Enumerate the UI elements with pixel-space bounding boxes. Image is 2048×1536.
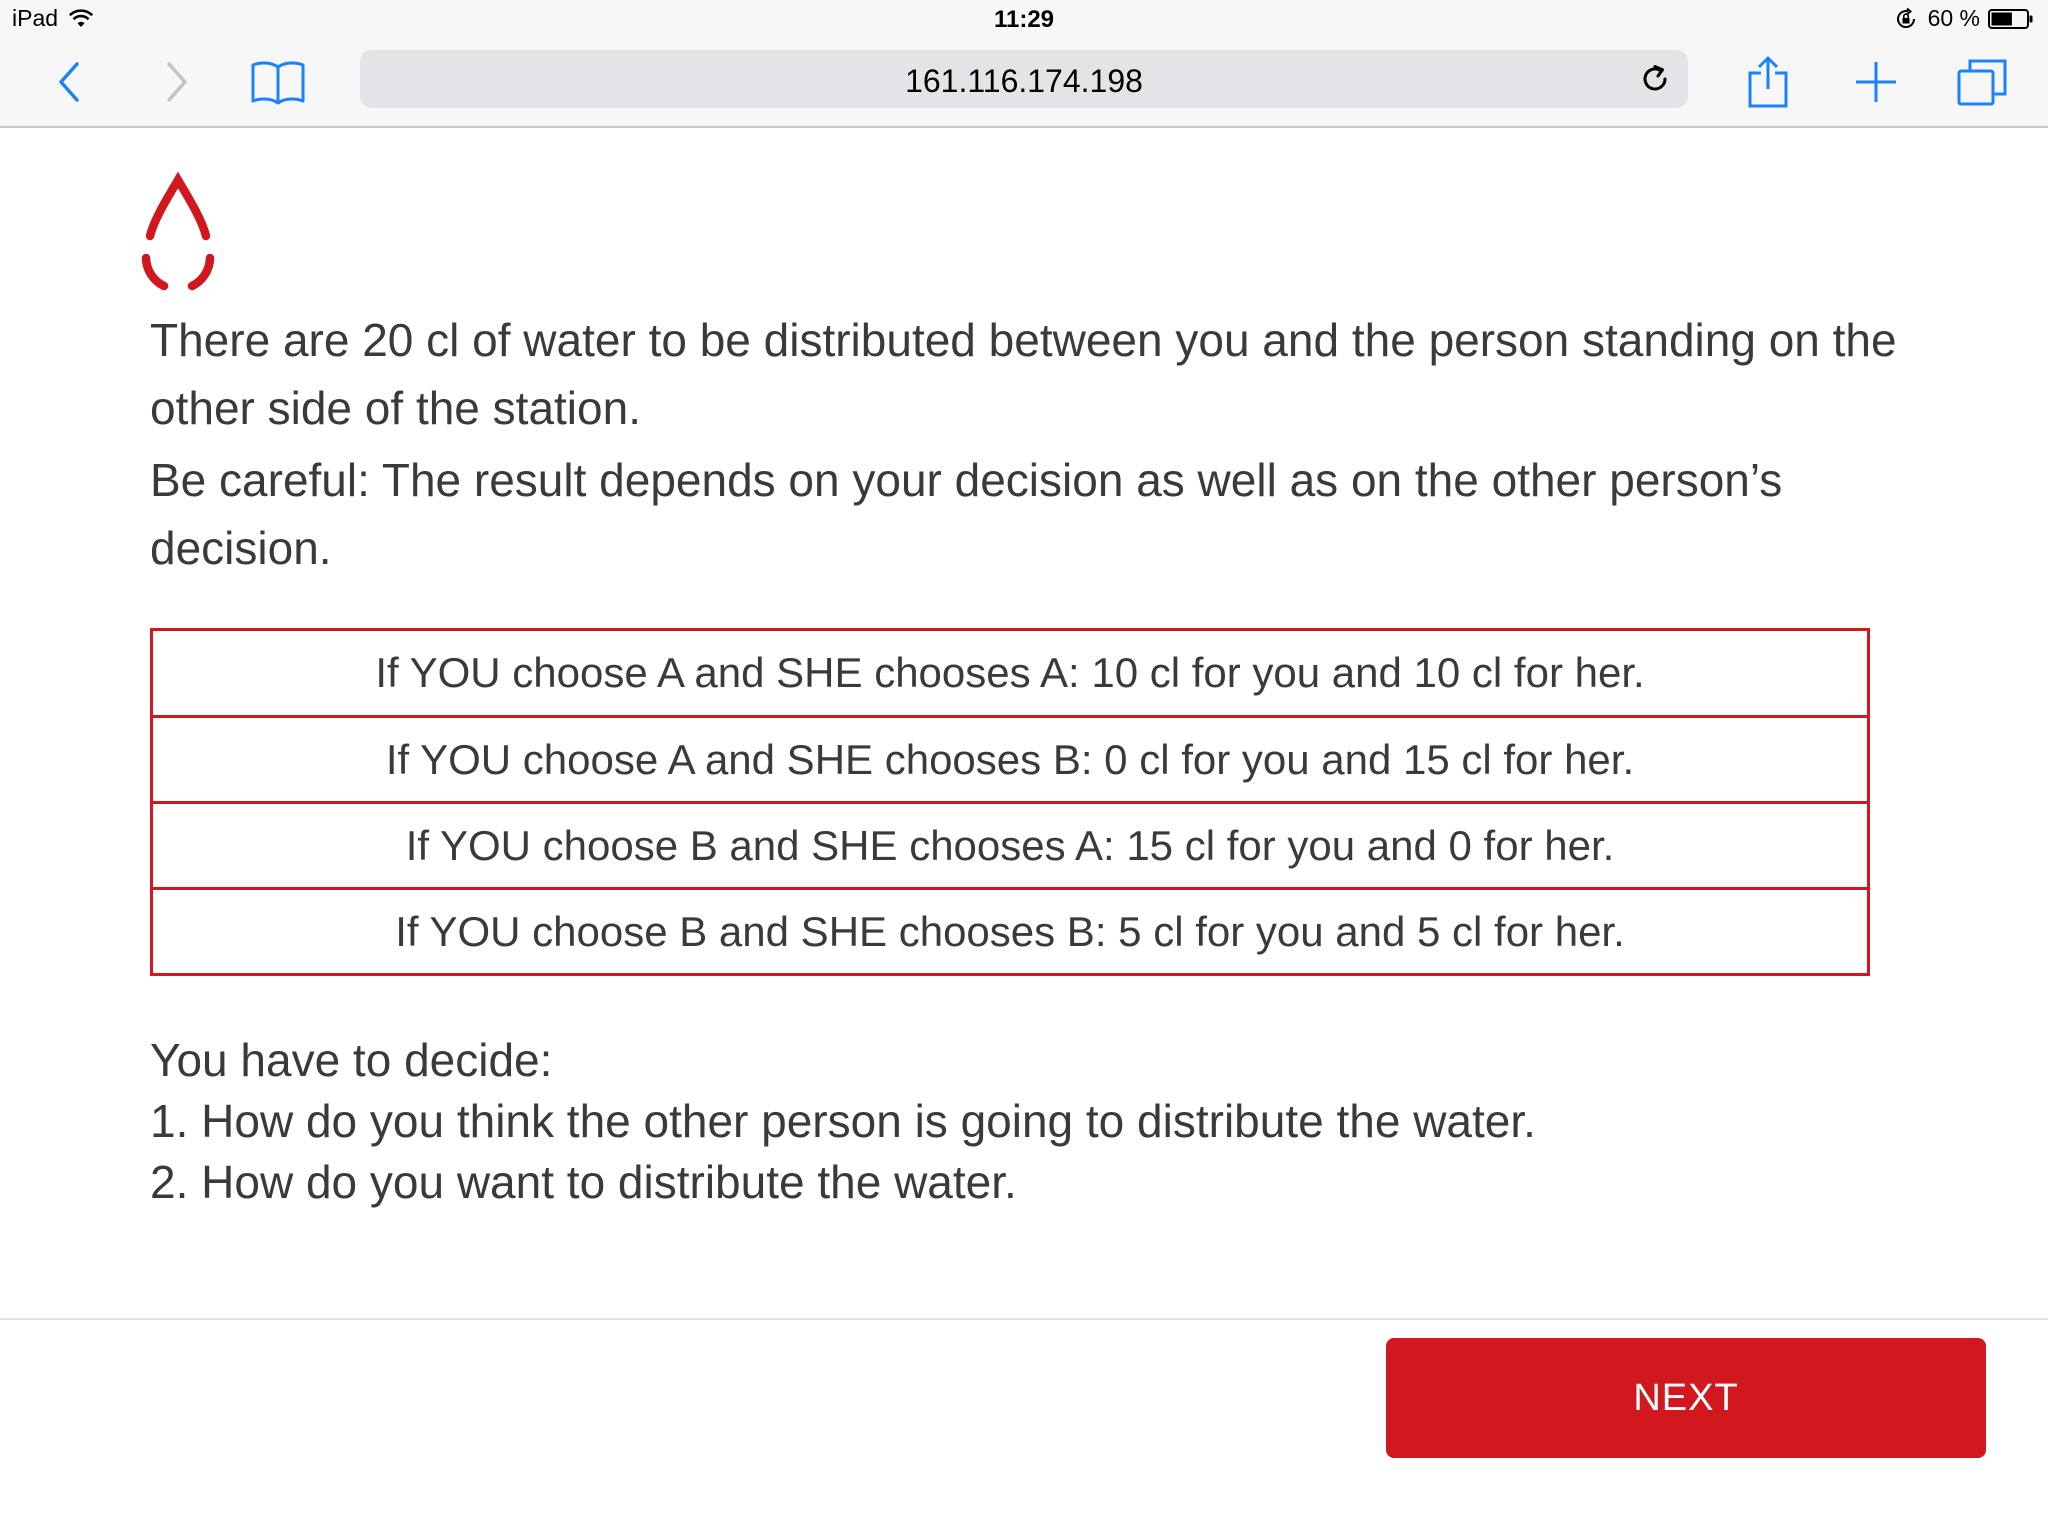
decide-item: 1. How do you think the other person is … xyxy=(150,1095,1536,1147)
decide-heading: You have to decide: xyxy=(150,1034,553,1086)
forward-button[interactable] xyxy=(148,54,204,110)
add-tab-icon xyxy=(1856,62,1896,102)
orientation-lock-icon xyxy=(1896,7,1915,28)
tabs-icon xyxy=(1957,59,2007,106)
bookmarks-button[interactable] xyxy=(250,54,306,110)
back-button[interactable] xyxy=(42,54,98,110)
status-bar: iPad 11:29 60 % xyxy=(0,0,2048,40)
reload-icon xyxy=(1643,65,1667,91)
status-right: 60 % xyxy=(1894,5,2034,32)
payoff-row: If YOU choose B and SHE chooses A: 15 cl… xyxy=(153,801,1867,887)
intro-text: There are 20 cl of water to be distribut… xyxy=(150,306,1910,582)
address-bar[interactable]: 161.116.174.198 xyxy=(360,50,1688,108)
back-icon xyxy=(59,62,79,102)
tabs-button[interactable] xyxy=(1954,54,2010,110)
intro-paragraph: There are 20 cl of water to be distribut… xyxy=(150,314,1897,434)
battery-percentage: 60 % xyxy=(1927,5,1980,31)
bookmarks-icon xyxy=(251,61,305,105)
next-button[interactable]: NEXT xyxy=(1386,1338,1986,1458)
reload-button[interactable] xyxy=(1632,56,1678,102)
decision-instructions: You have to decide: 1. How do you think … xyxy=(150,1030,1536,1213)
battery-icon xyxy=(1988,8,2033,29)
decide-item: 2. How do you want to distribute the wat… xyxy=(150,1156,1017,1208)
share-button[interactable] xyxy=(1740,54,1796,110)
footer-divider xyxy=(0,1318,2048,1320)
url-text: 161.116.174.198 xyxy=(905,63,1143,99)
share-icon xyxy=(1748,56,1788,108)
status-time: 11:29 xyxy=(993,6,1055,33)
warning-paragraph: Be careful: The result depends on your d… xyxy=(150,454,1783,574)
browser-toolbar: 161.116.174.198 xyxy=(0,40,2048,128)
payoff-table: If YOU choose A and SHE chooses A: 10 cl… xyxy=(150,628,1870,976)
payoff-row: If YOU choose A and SHE chooses B: 0 cl … xyxy=(153,715,1867,801)
payoff-row: If YOU choose B and SHE chooses B: 5 cl … xyxy=(153,887,1867,973)
payoff-row: If YOU choose A and SHE chooses A: 10 cl… xyxy=(375,649,1645,696)
new-tab-button[interactable] xyxy=(1848,54,1904,110)
water-drop-logo-icon xyxy=(141,171,215,291)
forward-icon xyxy=(167,62,187,102)
